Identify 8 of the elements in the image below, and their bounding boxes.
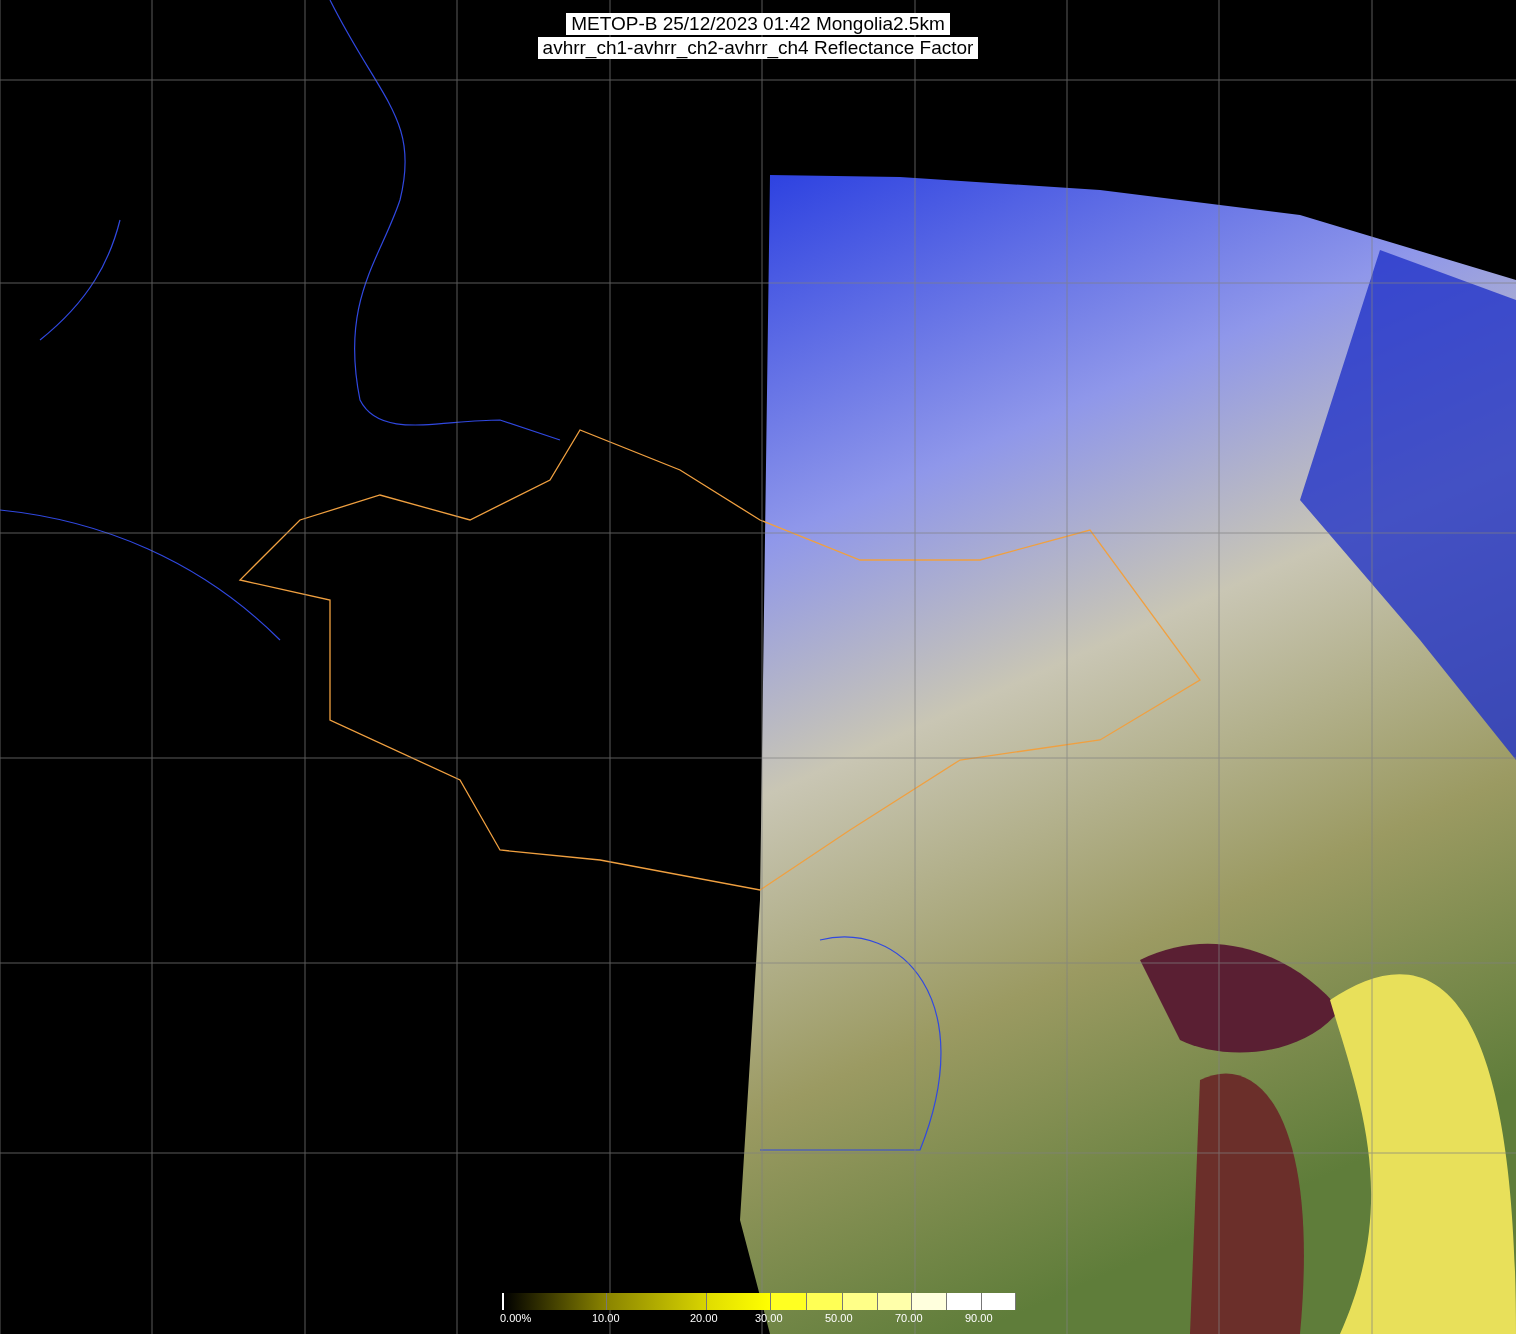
scale-label: 0.00% xyxy=(500,1312,532,1324)
scale-label: 20.00 xyxy=(690,1312,718,1324)
map-title: avhrr_ch1-avhrr_ch2-avhrr_ch4 Reflectance Factor xyxy=(537,37,979,59)
scale-label: 10.00 xyxy=(592,1312,620,1324)
map-title: METOP-B 25/12/2023 01:42 Mongolia2.5km xyxy=(566,13,950,35)
scale-label: 70.00 xyxy=(895,1312,923,1324)
scale-label: 50.00 xyxy=(825,1312,853,1324)
scale-label: 90.00 xyxy=(965,1312,993,1324)
